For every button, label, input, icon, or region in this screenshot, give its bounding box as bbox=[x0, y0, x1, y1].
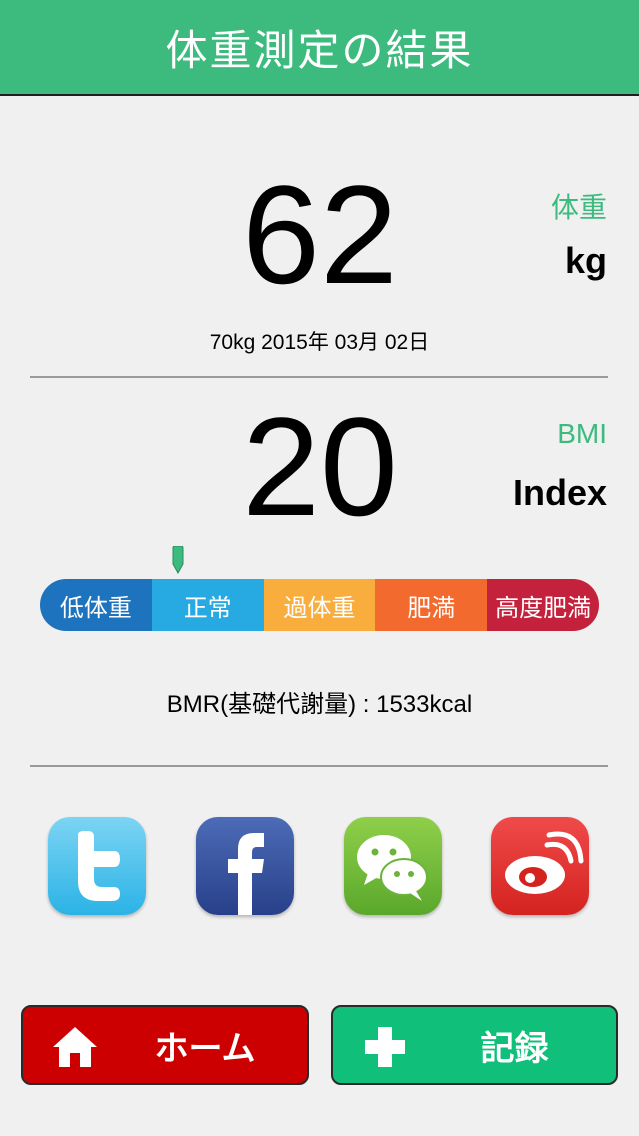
record-button-label: 記録 bbox=[480, 1028, 549, 1069]
record-button[interactable]: 記録 bbox=[331, 1005, 618, 1085]
weight-unit: kg bbox=[564, 240, 607, 281]
bmi-scale-overweight: 過体重 bbox=[263, 579, 376, 631]
bmi-marker-icon bbox=[172, 546, 184, 574]
weight-label: 体重 bbox=[550, 191, 607, 224]
divider bbox=[30, 376, 608, 378]
bmi-scale-underweight: 低体重 bbox=[40, 579, 152, 631]
wechat-share-button[interactable] bbox=[344, 817, 442, 915]
home-icon bbox=[53, 1027, 97, 1067]
weight-value: 62 bbox=[242, 156, 398, 313]
measurement-date: 70kg 2015年 03月 02日 bbox=[209, 331, 430, 354]
page-title: 体重測定の結果 bbox=[165, 25, 474, 75]
bmi-unit: Index bbox=[512, 472, 607, 513]
facebook-icon bbox=[228, 833, 264, 915]
bmr-text: BMR(基礎代謝量) : 1533kcal bbox=[166, 691, 473, 718]
bmi-value: 20 bbox=[242, 388, 398, 545]
bmi-scale-normal: 正常 bbox=[151, 579, 264, 631]
divider bbox=[30, 765, 608, 767]
bmi-scale-obese: 肥満 bbox=[375, 579, 488, 631]
plus-icon bbox=[365, 1027, 405, 1067]
bmi-label: BMI bbox=[557, 418, 607, 449]
twitter-share-button[interactable] bbox=[48, 817, 146, 915]
bmi-scale: 低体重 正常 過体重 肥満 高度肥満 bbox=[40, 579, 599, 631]
facebook-share-button[interactable] bbox=[196, 817, 294, 915]
home-button[interactable]: ホーム bbox=[21, 1005, 309, 1085]
wechat-icon bbox=[357, 835, 428, 901]
weibo-icon bbox=[505, 831, 584, 894]
home-button-label: ホーム bbox=[154, 1028, 256, 1069]
twitter-icon bbox=[78, 831, 120, 901]
header-bar: 体重測定の結果 bbox=[0, 0, 639, 96]
bmi-scale-severely-obese: 高度肥満 bbox=[487, 579, 599, 631]
weibo-share-button[interactable] bbox=[491, 817, 589, 915]
